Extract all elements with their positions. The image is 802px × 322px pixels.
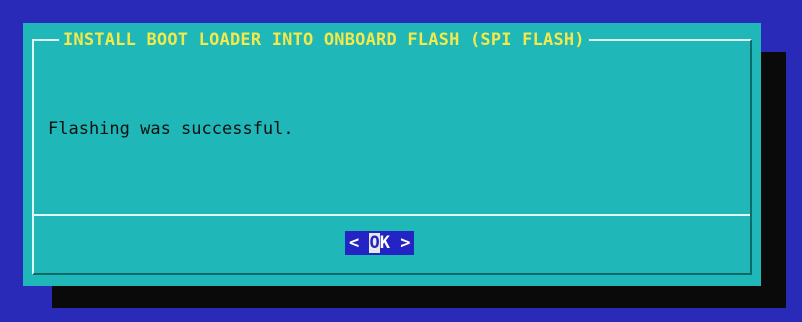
ok-button[interactable]: < OK >	[345, 231, 415, 255]
dialog-message: Flashing was successful.	[48, 119, 294, 139]
ok-button-hotkey: O	[369, 233, 380, 253]
ok-button-label: K	[379, 233, 390, 253]
ok-button-right-bracket: >	[389, 233, 411, 253]
ok-button-left-bracket: <	[349, 233, 370, 253]
button-separator	[34, 214, 750, 216]
terminal-screen: INSTALL BOOT LOADER INTO ONBOARD FLASH (…	[0, 0, 802, 322]
message-dialog: INSTALL BOOT LOADER INTO ONBOARD FLASH (…	[23, 23, 761, 286]
dialog-title: INSTALL BOOT LOADER INTO ONBOARD FLASH (…	[59, 29, 589, 51]
